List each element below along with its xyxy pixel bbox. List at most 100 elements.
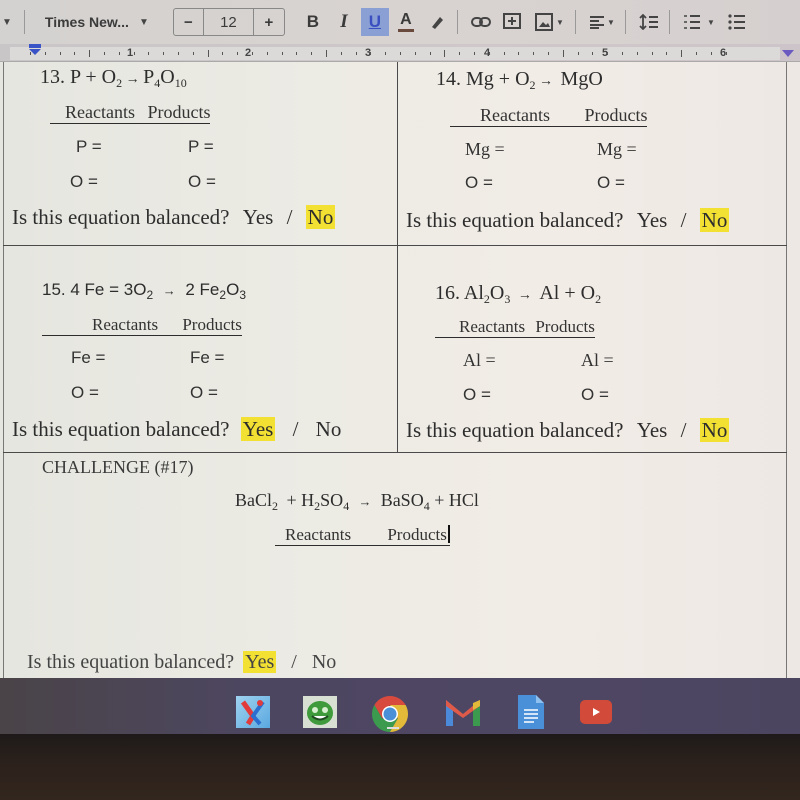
increase-font-size-button[interactable]: + [254, 9, 284, 35]
no-option-highlighted[interactable]: No [699, 418, 730, 442]
eq-part: O [489, 282, 505, 304]
insert-image-icon[interactable]: ▼ [529, 8, 569, 36]
yes-option-highlighted[interactable]: Yes [240, 417, 276, 441]
yes-option[interactable]: Yes [637, 418, 668, 442]
ruler-tick [44, 52, 46, 55]
eq-part: Al [463, 282, 484, 304]
formatting-toolbar: ▼ Times New... ▼ − 12 + B I U A ▼ ▼ ▼ [0, 0, 800, 44]
reactant-count-field[interactable]: P = [76, 137, 102, 157]
ruler-tick [503, 52, 505, 55]
reactants-products-header: Reactants Products [275, 525, 450, 546]
reactant-count-field[interactable]: O = [71, 383, 99, 403]
problem-16-equation: 16. Al2O3 → Al + O2 [435, 282, 601, 307]
ruler-track: 1 2 3 4 5 6 [10, 47, 780, 60]
no-option[interactable]: No [312, 651, 336, 673]
ruler-tick [133, 52, 135, 55]
reactant-count-field[interactable]: O = [70, 172, 98, 192]
reactant-count-field[interactable]: O = [465, 173, 493, 193]
problem-number: 13. [40, 66, 65, 88]
highlighter-icon[interactable] [423, 8, 451, 36]
ruler-tick [429, 52, 431, 55]
table-border [3, 452, 787, 453]
products-label: Products [535, 317, 595, 336]
no-option-highlighted[interactable]: No [305, 205, 336, 229]
right-indent-marker-icon[interactable] [782, 50, 794, 57]
text-color-button[interactable]: A [392, 8, 420, 36]
document-page[interactable]: 13. P + O2 → P4O10 Reactants Products P … [0, 62, 800, 678]
font-size-input[interactable]: 12 [204, 9, 254, 35]
google-docs-icon[interactable] [516, 693, 546, 731]
reactant-count-field[interactable]: Fe = [71, 348, 106, 368]
align-icon[interactable]: ▼ [585, 8, 619, 36]
table-border [786, 62, 787, 678]
link-icon[interactable] [467, 8, 495, 36]
underline-button[interactable]: U [360, 8, 389, 36]
products-label: Products [387, 525, 447, 544]
ruler-tick [607, 52, 609, 55]
product-count-field[interactable]: O = [188, 172, 216, 192]
bold-button[interactable]: B [299, 8, 327, 36]
ruler-tick [488, 52, 490, 55]
reactants-label: Reactants [285, 525, 352, 544]
classlink-app-icon[interactable] [236, 696, 270, 728]
ruler-tick [74, 52, 76, 55]
product-count-field[interactable]: Fe = [190, 348, 225, 368]
eq-subscript: 3 [504, 292, 511, 306]
reactant-count-field[interactable]: Mg = [465, 139, 505, 160]
font-family-dropdown[interactable]: Times New... ▼ [45, 14, 163, 30]
add-comment-icon[interactable] [498, 8, 526, 36]
toolbar-divider [23, 10, 25, 34]
product-count-field[interactable]: O = [581, 385, 609, 405]
product-count-field[interactable]: Mg = [597, 139, 637, 160]
monitor-bezel [0, 734, 800, 800]
reactants-products-header: Reactants Products [42, 315, 242, 336]
ruler-tick [118, 52, 120, 55]
gmail-icon[interactable] [443, 696, 483, 728]
problem-15-equation: 15. 4 Fe = 3O2 → 2 Fe2O3 [42, 280, 246, 302]
indent-marker-icon[interactable] [28, 44, 42, 56]
menu-caret-icon[interactable]: ▼ [2, 17, 12, 28]
ruler-tick [370, 52, 372, 55]
font-size-control: − 12 + [172, 8, 285, 36]
chevron-down-icon: ▼ [138, 16, 149, 28]
chevron-down-icon: ▼ [606, 17, 615, 27]
ruler-tick [651, 52, 653, 55]
yes-option[interactable]: Yes [637, 208, 668, 232]
text-color-swatch [397, 29, 414, 32]
eq-arrow: → [514, 288, 536, 303]
eq-part: + [493, 68, 516, 90]
product-count-field[interactable]: P = [188, 137, 214, 157]
ruler-tick [444, 50, 446, 57]
question-text: Is this equation balanced? [27, 651, 235, 673]
alien-app-icon[interactable] [303, 696, 337, 728]
product-count-field[interactable]: O = [597, 173, 625, 193]
bulleted-list-icon[interactable] [723, 8, 751, 36]
decrease-font-size-button[interactable]: − [174, 9, 204, 35]
reactant-count-field[interactable]: Al = [463, 350, 496, 371]
ruler-tick [296, 52, 298, 55]
no-option[interactable]: No [316, 417, 342, 441]
line-spacing-icon[interactable] [635, 8, 663, 36]
ruler-tick [622, 52, 623, 55]
reactant-count-field[interactable]: O = [463, 385, 491, 405]
chevron-down-icon: ▼ [555, 17, 564, 27]
eq-subscript: 2 [595, 292, 602, 306]
product-count-field[interactable]: O = [190, 383, 218, 403]
yes-option-highlighted[interactable]: Yes [243, 651, 277, 673]
reactants-products-header: Reactants Products [435, 317, 595, 338]
ruler-tick [192, 52, 194, 55]
eq-arrow: → [355, 494, 375, 509]
eq-subscript: 4 [343, 499, 350, 513]
question-text: Is this equation balanced? [12, 205, 230, 229]
youtube-icon[interactable] [579, 699, 613, 725]
yes-option[interactable]: Yes [243, 205, 274, 229]
numbered-list-icon[interactable]: ▼ [679, 8, 719, 36]
italic-button[interactable]: I [330, 8, 358, 36]
product-count-field[interactable]: Al = [581, 350, 614, 371]
ruler-tick [518, 52, 520, 55]
question-text: Is this equation balanced? [406, 418, 624, 442]
no-option-highlighted[interactable]: No [699, 208, 730, 232]
ruler[interactable]: 1 2 3 4 5 6 [0, 44, 800, 62]
ruler-tick [548, 52, 549, 55]
eq-part: + HCl [429, 490, 479, 510]
